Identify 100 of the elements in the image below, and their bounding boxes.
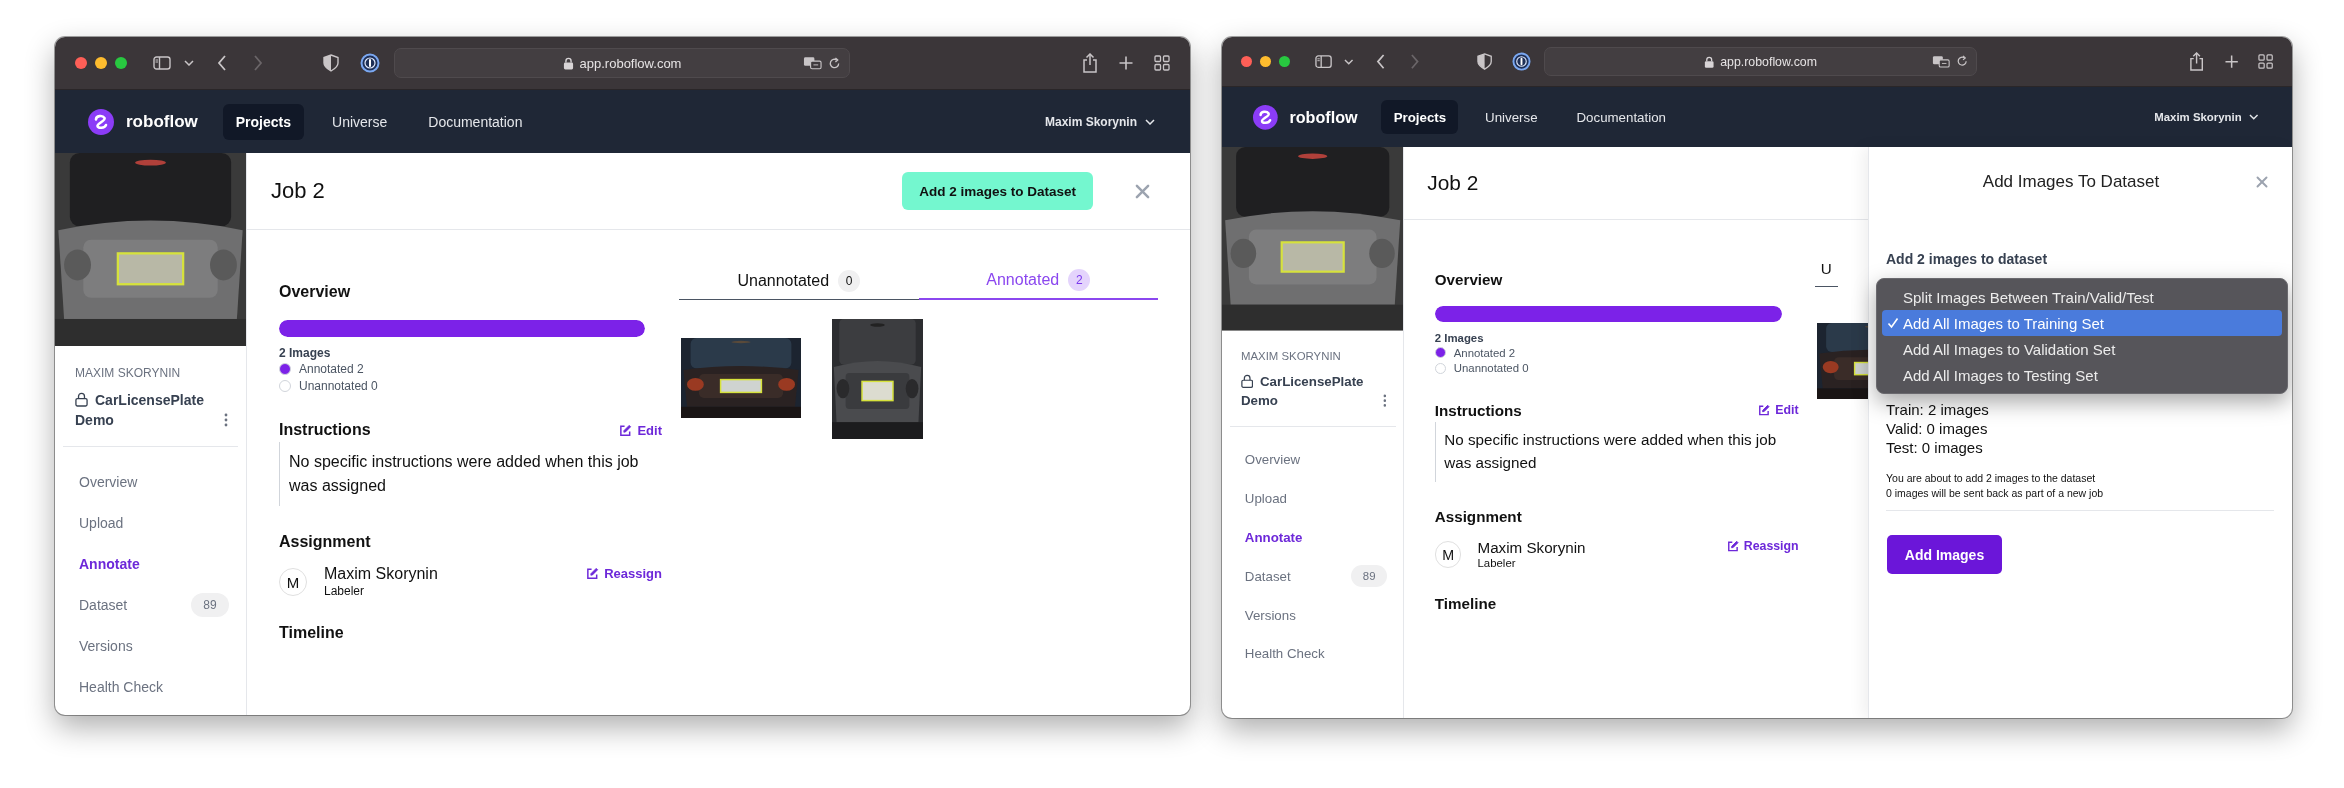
sidebar-item[interactable]: Dataset 89 [1222,556,1404,596]
reload-icon[interactable] [828,56,841,70]
instructions-text: No specific instructions were added when this job was assigned [1444,430,1778,474]
tab[interactable]: U [1814,250,1838,287]
tab-grid-icon[interactable] [1154,55,1170,71]
tab-grid-icon[interactable] [2257,54,2273,70]
add-images-button[interactable]: Add Images [1887,535,2002,575]
section-heading: Overview [1434,269,1504,289]
chevron-down-icon[interactable] [184,60,194,66]
sidebar-item[interactable]: Annotate [55,543,246,584]
instructions-text: No specific instructions were added when this job was assigned [289,452,640,496]
more-icon[interactable] [1382,394,1387,408]
section-heading: Overview [279,282,352,302]
nav-link[interactable]: Projects [1381,100,1459,135]
translate-icon[interactable] [803,56,822,70]
nav-link[interactable]: Universe [1472,100,1550,135]
edit-icon [1758,404,1771,417]
chevron-down-icon[interactable] [1344,58,1354,65]
close-icon[interactable] [1135,183,1150,199]
edit-link[interactable]: Edit [619,422,662,438]
legend-label: Unannotated 0 [299,378,378,393]
menu-item[interactable]: Split Images Between Train/Valid/Test [1882,284,2282,311]
nav-link[interactable]: Documentation [1564,100,1679,135]
reassign-link[interactable]: Reassign [586,566,662,581]
check-icon [1887,317,1899,330]
nav-link[interactable]: Documentation [415,103,536,140]
window-minimize-button[interactable] [1260,55,1272,68]
assignee-name: Maxim Skorynin [324,564,438,584]
note-text: 0 images will be sent back as part of a new job [1886,486,2105,502]
edit-icon [1726,540,1739,553]
field-label: Add 2 images to dataset [1886,250,2049,269]
section-heading: Instructions [279,420,371,440]
reassign-link[interactable]: Reassign [1726,539,1799,554]
logo-icon[interactable] [1253,104,1279,130]
brand-name[interactable]: roboflow [126,111,198,132]
share-icon[interactable] [2189,52,2205,72]
section-heading: Assignment [1434,507,1523,527]
menu-item[interactable]: Add All Images to Training Set [1882,310,2282,337]
page-title: Job 2 [1427,171,1479,196]
sidebar-item[interactable]: Versions [1222,595,1404,635]
sidebar-toggle-icon[interactable] [153,56,171,70]
legend-label: Annotated 2 [299,362,364,377]
sidebar-item[interactable]: Overview [55,461,246,502]
sidebar-toggle-icon[interactable] [1315,55,1333,69]
nav-link[interactable]: Projects [222,103,304,140]
brand-name[interactable]: roboflow [1289,107,1358,127]
translate-icon[interactable] [1932,55,1951,69]
menu-item[interactable]: Add All Images to Validation Set [1882,336,2282,363]
image-count: 2 Images [1434,330,1485,345]
reload-icon[interactable] [1956,55,1969,68]
distribution-text: Train: 2 images [1886,400,1990,420]
share-icon[interactable] [1082,53,1098,73]
window-minimize-button[interactable] [95,57,107,69]
image-count: 2 Images [279,346,332,361]
edit-link[interactable]: Edit [1758,403,1799,418]
count-badge: 89 [1351,564,1388,588]
logo-icon[interactable] [88,108,114,135]
window-close-button[interactable] [1241,55,1253,68]
sidebar-item[interactable]: Health Check [55,666,246,707]
tab[interactable]: Annotated 2 [918,262,1158,300]
shield-icon[interactable] [323,54,339,72]
project-name[interactable]: CarLicensePlate Demo [1241,372,1374,411]
sidebar-item[interactable]: Versions [55,625,246,666]
sidebar-item[interactable]: Upload [1222,478,1404,518]
sidebar-item[interactable]: Upload [55,502,246,543]
sidebar-item[interactable]: Health Check [1222,634,1404,674]
assignee-name: Maxim Skorynin [1477,537,1586,557]
add-to-dataset-button[interactable]: Add 2 images to Dataset [902,172,1093,210]
owner-name: MAXIM SKORYNIN [75,366,182,380]
address-field[interactable]: app.roboflow.com [1543,47,1978,76]
section-heading: Timeline [1434,593,1498,613]
page-title: Job 2 [271,178,325,204]
user-menu-button[interactable]: Maxim Skorynin [2154,111,2259,124]
distribution-text: Valid: 0 images [1886,419,1989,439]
address-field[interactable]: app.roboflow.com [394,48,850,78]
lock-icon [1241,374,1254,389]
password-icon[interactable] [1511,52,1531,72]
plus-icon[interactable] [1119,56,1133,70]
sidebar-item[interactable]: Annotate [1222,517,1404,557]
count-badge: 2 [1068,269,1091,291]
tab[interactable]: Unannotated 0 [679,262,919,300]
edit-icon [619,423,633,437]
legend-label: Annotated 2 [1453,346,1516,359]
nav-link[interactable]: Universe [319,103,401,140]
window-zoom-button[interactable] [115,57,127,69]
section-heading: Timeline [279,623,345,643]
sidebar-item[interactable]: Overview [1222,439,1404,479]
assignee-role: Labeler [324,584,366,598]
user-menu-button[interactable]: Maxim Skorynin [1044,114,1155,129]
sidebar-item[interactable]: Dataset 89 [55,584,246,625]
menu-item[interactable]: Add All Images to Testing Set [1882,362,2282,389]
window-close-button[interactable] [75,57,87,69]
plus-icon[interactable] [2224,55,2238,69]
project-name[interactable]: CarLicensePlate Demo [75,390,215,430]
more-icon[interactable] [224,413,228,427]
window-zoom-button[interactable] [1278,55,1291,68]
shield-icon[interactable] [1476,53,1492,71]
edit-icon [586,567,600,580]
count-badge: 89 [191,592,229,617]
password-icon[interactable] [360,53,380,73]
